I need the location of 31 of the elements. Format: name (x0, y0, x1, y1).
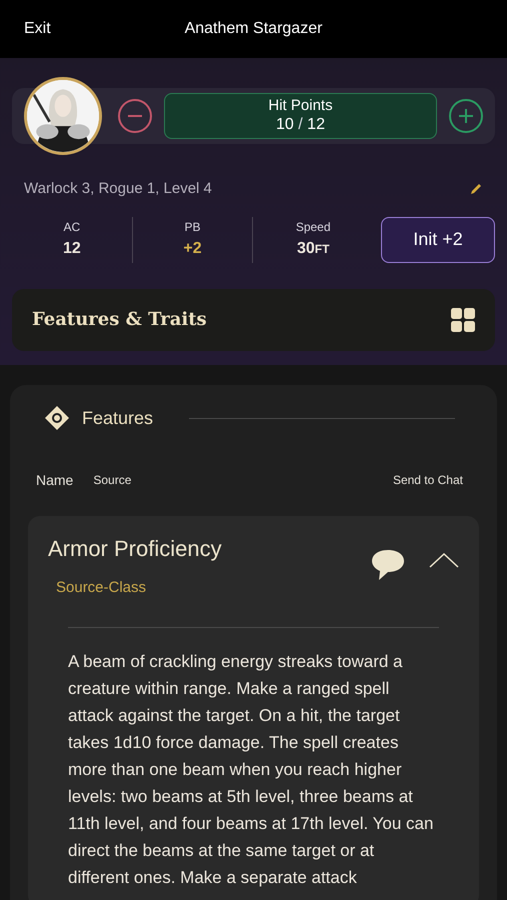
column-header: Source (93, 472, 132, 489)
minus-icon (128, 115, 142, 117)
feature-name: Armor Proficiency (48, 534, 223, 563)
class-level-text: Warlock 3, Rogue 1, Level 4 (24, 179, 212, 199)
column-header: Name (36, 470, 74, 490)
exit-button[interactable]: Exit (24, 17, 51, 41)
collapse-button[interactable] (429, 552, 459, 568)
stat-label: AC (64, 220, 80, 235)
column-header: Send to Chat (392, 472, 463, 489)
initiative-button[interactable]: Init +2 (381, 216, 496, 262)
hit-points-value: 10 / 12 (276, 115, 325, 136)
chat-bubble-icon[interactable] (371, 548, 405, 580)
chevron-up-icon (429, 552, 459, 568)
pencil-icon[interactable] (469, 182, 483, 196)
section-header[interactable]: Features & Traits (12, 288, 495, 350)
grid-icon[interactable] (451, 308, 475, 332)
stat-label: PB (184, 220, 201, 235)
hit-points-label: Hit Points (268, 96, 333, 116)
decrease-button[interactable] (118, 99, 152, 133)
stat-label: Speed (296, 220, 331, 235)
stat-value: 12 (62, 239, 81, 259)
features-heading: Features (82, 406, 154, 430)
feature-description: A beam of crackling energy streaks toward a creature within range. Make a ranged spell attack against the target. On a hit, the target takes 1d10 force damage. The spell creates more than one beam when you reach higher levels: two beams at 5th level, three beams at 11th level, and four beams at 17th level. You can direct the beams at the same target or at different ones. Make a separate attack (68, 651, 434, 889)
increase-button[interactable] (449, 99, 483, 133)
feature-source: Source-Class (56, 578, 148, 598)
stat-value: 30FT (296, 239, 330, 259)
stat-value: +2 (183, 239, 202, 259)
section-title: Features & Traits (32, 308, 207, 332)
character-name: Anathem Stargazer (184, 19, 322, 39)
plus-icon (458, 108, 474, 124)
diamond-icon (44, 405, 70, 431)
